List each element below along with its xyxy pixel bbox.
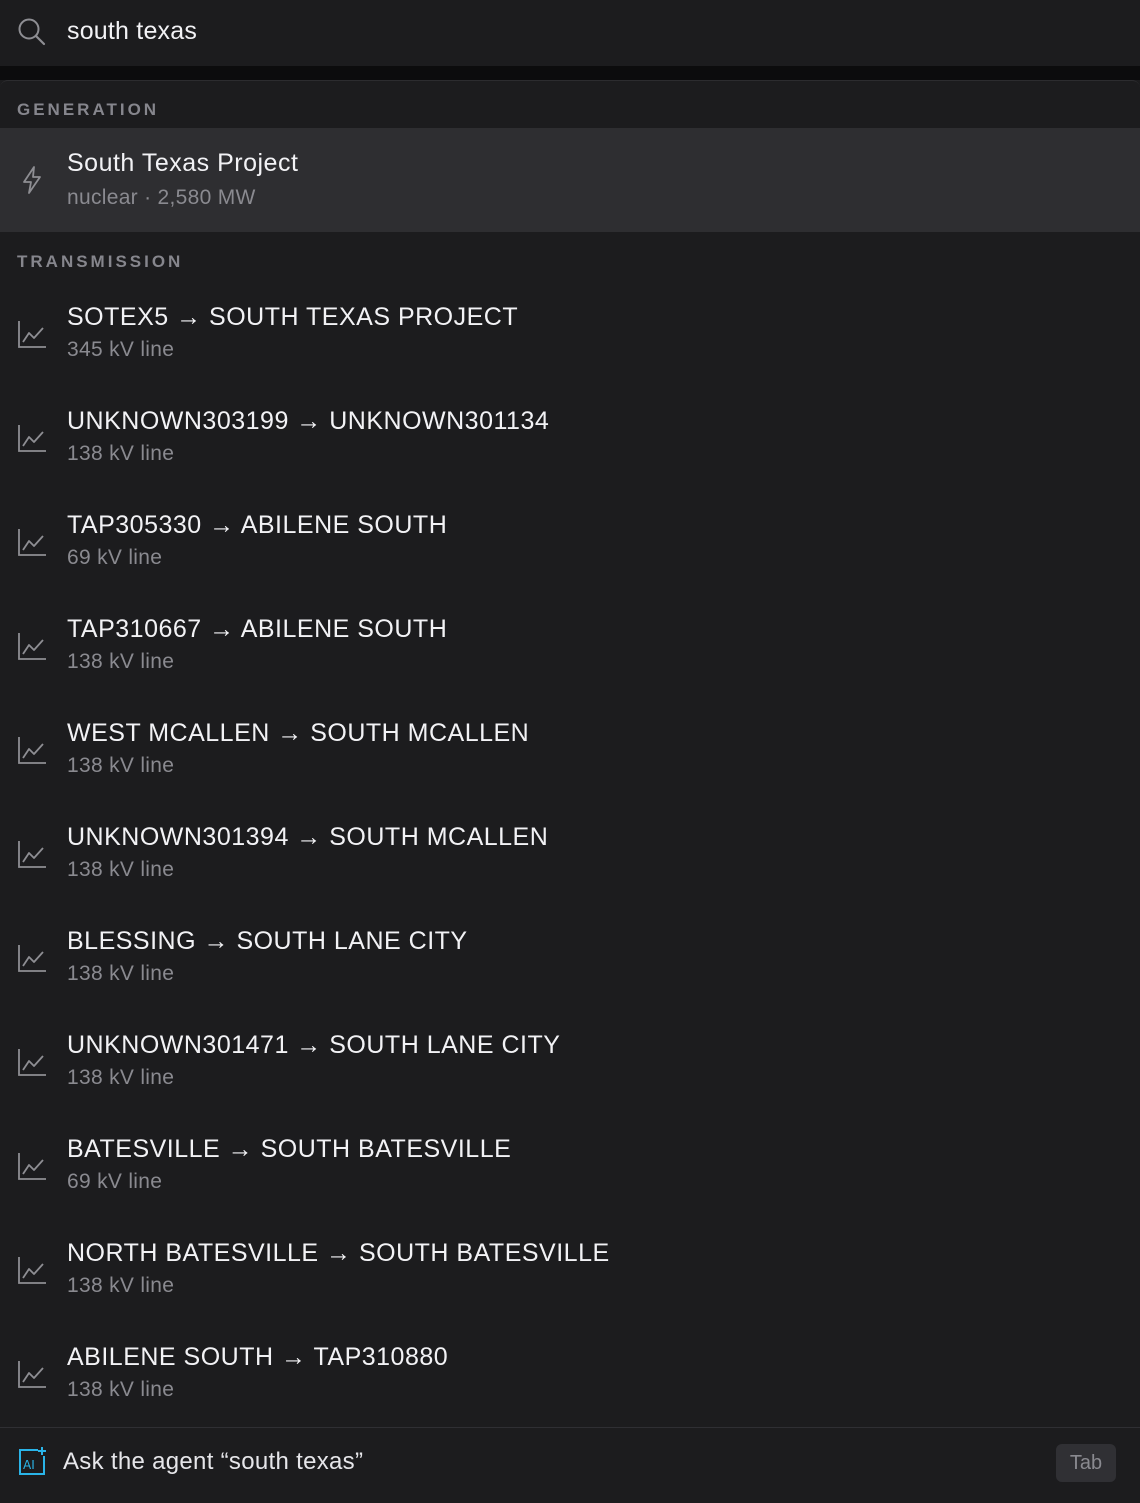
line-chart-icon xyxy=(18,633,46,660)
result-item-transmission[interactable]: UNKNOWN301471 → SOUTH LANE CITY 138 kV li… xyxy=(0,1012,1140,1116)
result-item-transmission[interactable]: UNKNOWN303199 → UNKNOWN301134 138 kV line xyxy=(0,388,1140,492)
result-item-transmission[interactable]: UNKNOWN301394 → SOUTH MCALLEN 138 kV line xyxy=(0,804,1140,908)
search-icon xyxy=(18,18,46,46)
result-item-transmission[interactable]: BLESSING → SOUTH LANE CITY 138 kV line xyxy=(0,908,1140,1012)
result-title: WEST MCALLEN → SOUTH MCALLEN xyxy=(67,719,530,747)
result-subtitle: 138 kV line xyxy=(67,1066,175,1089)
result-item-transmission[interactable]: WEST MCALLEN → SOUTH MCALLEN 138 kV line xyxy=(0,700,1140,804)
result-subtitle: 138 kV line xyxy=(67,1274,175,1297)
result-item-transmission[interactable]: ABILENE SOUTH → TAP310880 138 kV line xyxy=(0,1324,1140,1428)
line-chart-icon xyxy=(18,425,46,452)
result-subtitle: 138 kV line xyxy=(67,442,175,465)
result-subtitle: 138 kV line xyxy=(67,858,175,881)
result-item-generation[interactable]: South Texas Project nuclear · 2,580 MW xyxy=(0,128,1140,232)
search-bar: south texas xyxy=(0,0,1140,66)
line-chart-icon xyxy=(18,1049,46,1076)
result-item-transmission[interactable]: TAP310667 → ABILENE SOUTH 138 kV line xyxy=(0,596,1140,700)
result-subtitle: 138 kV line xyxy=(67,1378,175,1401)
line-chart-icon xyxy=(18,945,46,972)
result-title: UNKNOWN301394 → SOUTH MCALLEN xyxy=(67,823,549,851)
tab-shortcut-badge: Tab xyxy=(1056,1444,1116,1482)
result-title: TAP305330 → ABILENE SOUTH xyxy=(67,511,448,539)
result-subtitle: 69 kV line xyxy=(67,1170,163,1193)
result-subtitle: 345 kV line xyxy=(67,338,175,361)
ai-badge-text: AI xyxy=(23,1458,35,1472)
ai-agent-icon: AI xyxy=(19,1447,46,1475)
result-subtitle: 138 kV line xyxy=(67,962,175,985)
section-header-transmission: TRANSMISSION xyxy=(17,252,184,271)
result-subtitle: 138 kV line xyxy=(67,754,175,777)
result-title: BATESVILLE → SOUTH BATESVILLE xyxy=(67,1135,512,1163)
result-title: BLESSING → SOUTH LANE CITY xyxy=(67,927,468,955)
ask-agent-label: Ask the agent “south texas” xyxy=(63,1448,364,1475)
result-title: South Texas Project xyxy=(67,149,299,177)
ask-agent-bar[interactable]: AI Ask the agent “south texas” Tab xyxy=(0,1427,1140,1503)
line-chart-icon xyxy=(18,529,46,556)
line-chart-icon xyxy=(18,1361,46,1388)
result-title: TAP310667 → ABILENE SOUTH xyxy=(67,615,448,643)
result-title: ABILENE SOUTH → TAP310880 xyxy=(67,1343,449,1371)
result-item-transmission[interactable]: SOTEX5 → SOUTH TEXAS PROJECT 345 kV line xyxy=(0,284,1140,388)
section-header-generation: GENERATION xyxy=(17,100,160,119)
result-subtitle: 138 kV line xyxy=(67,650,175,673)
line-chart-icon xyxy=(18,321,46,348)
line-chart-icon xyxy=(18,1257,46,1284)
result-item-transmission[interactable]: NORTH BATESVILLE → SOUTH BATESVILLE 138 k… xyxy=(0,1220,1140,1324)
line-chart-icon xyxy=(18,737,46,764)
lightning-bolt-icon xyxy=(23,166,41,194)
divider xyxy=(0,66,1140,80)
result-item-transmission[interactable]: TAP305330 → ABILENE SOUTH 69 kV line xyxy=(0,492,1140,596)
result-item-transmission[interactable]: BATESVILLE → SOUTH BATESVILLE 69 kV line xyxy=(0,1116,1140,1220)
result-subtitle: nuclear · 2,580 MW xyxy=(67,186,256,209)
result-title: UNKNOWN303199 → UNKNOWN301134 xyxy=(67,407,550,435)
result-subtitle: 69 kV line xyxy=(67,546,163,569)
search-input[interactable]: south texas xyxy=(67,16,197,46)
result-title: SOTEX5 → SOUTH TEXAS PROJECT xyxy=(67,303,519,331)
line-chart-icon xyxy=(18,841,46,868)
result-title: NORTH BATESVILLE → SOUTH BATESVILLE xyxy=(67,1239,610,1267)
line-chart-icon xyxy=(18,1153,46,1180)
result-title: UNKNOWN301471 → SOUTH LANE CITY xyxy=(67,1031,561,1059)
